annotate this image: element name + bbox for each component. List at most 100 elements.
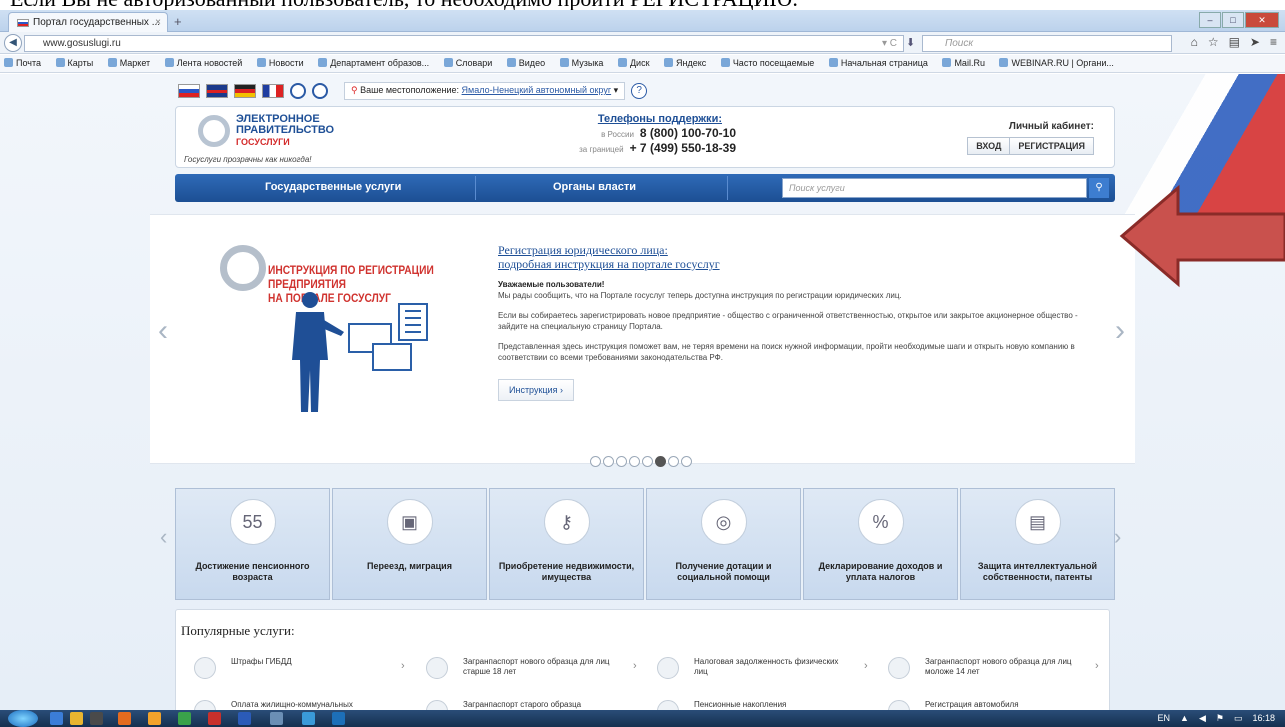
close-icon[interactable]: ×: [155, 17, 161, 28]
slider-dot[interactable]: [642, 456, 653, 467]
bookmark-item[interactable]: Часто посещаемые: [720, 58, 821, 68]
skype-icon[interactable]: [332, 712, 345, 725]
popular-item[interactable]: Штрафы ГИБДД ›: [176, 657, 405, 687]
register-button[interactable]: РЕГИСТРАЦИЯ: [1009, 138, 1093, 154]
language-indicator[interactable]: EN: [1158, 713, 1171, 724]
clock[interactable]: 16:18: [1252, 713, 1275, 724]
url-bar[interactable]: www.gosuslugi.ru ▾ C: [24, 35, 904, 52]
tile-patents[interactable]: ▤ Защита интеллектуальной собственности, …: [960, 488, 1115, 600]
bookmark-item[interactable]: Музыка: [559, 58, 610, 68]
bookmark-item[interactable]: Почта: [4, 58, 47, 68]
taskbar-app-icon[interactable]: [302, 712, 315, 725]
passport-icon: [888, 657, 910, 679]
bookmark-item[interactable]: Mail.Ru: [942, 58, 991, 68]
slider-dot[interactable]: [655, 456, 666, 467]
location-value[interactable]: Ямало-Ненецкий автономный округ: [462, 85, 612, 95]
accessibility-icon[interactable]: [290, 83, 306, 99]
support-title[interactable]: Телефоны поддержки:: [566, 113, 722, 125]
tile-migration[interactable]: ▣ Переезд, миграция: [332, 488, 487, 600]
tiles-prev-arrow[interactable]: ‹: [160, 524, 167, 550]
bookmark-item[interactable]: Яндекс: [664, 58, 712, 68]
back-button[interactable]: ◀: [4, 34, 22, 52]
popular-item[interactable]: Налоговая задолженность физических лиц ›: [639, 657, 868, 687]
bookmark-item[interactable]: Словари: [443, 58, 499, 68]
percent-icon: %: [857, 499, 904, 545]
bookmark-item[interactable]: Лента новостей: [164, 58, 249, 68]
popular-item[interactable]: Оплата жилищно-коммунальных: [176, 700, 391, 710]
taskbar-app-icon[interactable]: [270, 712, 283, 725]
pdf-icon[interactable]: [208, 712, 221, 725]
bookmark-item[interactable]: Новости: [256, 58, 310, 68]
browser-tab[interactable]: Портал государственных ... ×: [8, 12, 168, 32]
bookmark-item[interactable]: Департамент образов...: [318, 58, 435, 68]
lang-de-flag-icon[interactable]: [234, 84, 256, 98]
slider-dot[interactable]: [681, 456, 692, 467]
taskbar-app-icon[interactable]: [50, 712, 63, 725]
popular-item[interactable]: Регистрация автомобиля: [870, 700, 1085, 710]
bookmark-item[interactable]: Начальная страница: [828, 58, 934, 68]
help-icon[interactable]: ?: [631, 83, 648, 99]
lang-en-flag-icon[interactable]: [206, 84, 228, 98]
download-icon[interactable]: ⬇: [906, 36, 915, 49]
folder-icon[interactable]: [70, 712, 83, 725]
gosuslugi-logo-icon[interactable]: [198, 115, 230, 147]
instruction-button[interactable]: Инструкция ›: [498, 379, 574, 401]
slider-dot[interactable]: [616, 456, 627, 467]
slider-dot[interactable]: [629, 456, 640, 467]
browser-search-input[interactable]: Поиск: [922, 35, 1172, 52]
start-button[interactable]: [8, 710, 38, 727]
slider-dot[interactable]: [603, 456, 614, 467]
home-icon[interactable]: ⌂: [1191, 35, 1198, 49]
bookmarks-list-icon[interactable]: ▤: [1229, 35, 1240, 49]
star-icon[interactable]: ☆: [1208, 35, 1219, 49]
slide-paragraph: Представленная здесь инструкция поможет …: [498, 342, 1075, 362]
slider-dot[interactable]: [590, 456, 601, 467]
firefox-icon[interactable]: [148, 712, 161, 725]
menu-icon[interactable]: ≡: [1270, 35, 1277, 49]
popular-item[interactable]: Загранпаспорт старого образца: [408, 700, 623, 710]
reload-icon[interactable]: ▾ C: [882, 38, 897, 49]
slider-next-arrow[interactable]: ›: [1115, 314, 1125, 348]
minimize-button[interactable]: –: [1199, 12, 1221, 28]
tile-pension[interactable]: 55 Достижение пенсионного возраста: [175, 488, 330, 600]
popular-item[interactable]: Пенсионные накопления: [639, 700, 854, 710]
tile-taxes[interactable]: % Декларирование доходов и уплата налогов: [803, 488, 958, 600]
new-tab-button[interactable]: +: [174, 14, 182, 29]
bookmark-item[interactable]: Маркет: [107, 58, 156, 68]
slider-prev-arrow[interactable]: ‹: [158, 314, 168, 348]
nav-authorities[interactable]: Органы власти: [553, 181, 636, 193]
taskbar-app-icon[interactable]: [90, 712, 103, 725]
tile-social-aid[interactable]: ◎ Получение дотации и социальной помощи: [646, 488, 801, 600]
bookmark-item[interactable]: WEBINAR.RU | Органи...: [999, 58, 1119, 68]
bookmark-item[interactable]: Карты: [55, 58, 100, 68]
slide-title-link[interactable]: Регистрация юридического лица: подробная…: [498, 243, 720, 271]
chrome-icon[interactable]: [178, 712, 191, 725]
search-icon[interactable]: ⚲: [1089, 178, 1109, 198]
volume-icon[interactable]: ◀: [1199, 713, 1206, 724]
location-selector[interactable]: ⚲ Ваше местоположение: Ямало-Ненецкий ав…: [344, 82, 626, 100]
window-close-button[interactable]: ✕: [1245, 12, 1279, 28]
tile-property[interactable]: ⚷ Приобретение недвижимости, имущества: [489, 488, 644, 600]
tray-arrow-icon[interactable]: ▲: [1180, 713, 1189, 724]
network-icon[interactable]: ▭: [1234, 713, 1243, 724]
bookmark-icon: [443, 58, 453, 67]
service-search-input[interactable]: Поиск услуги: [782, 178, 1087, 198]
lang-fr-flag-icon[interactable]: [262, 84, 284, 98]
lang-ru-flag-icon[interactable]: [178, 84, 200, 98]
slide-greeting: Уважаемые пользователи!: [498, 280, 605, 289]
popular-item[interactable]: Загранпаспорт нового образца для лиц мол…: [870, 657, 1099, 687]
popular-item[interactable]: Загранпаспорт нового образца для лиц ста…: [408, 657, 637, 687]
logo-text[interactable]: ЭЛЕКТРОННОЕ ПРАВИТЕЛЬСТВО: [236, 114, 334, 136]
flag-icon[interactable]: ⚑: [1216, 713, 1224, 724]
word-icon[interactable]: [238, 712, 251, 725]
send-icon[interactable]: ➤: [1250, 35, 1260, 49]
bookmark-item[interactable]: Видео: [506, 58, 551, 68]
compass-icon[interactable]: [312, 83, 328, 99]
taskbar-app-icon[interactable]: [118, 712, 131, 725]
bookmark-item[interactable]: Диск: [617, 58, 656, 68]
maximize-button[interactable]: □: [1222, 12, 1244, 28]
slider-dot[interactable]: [668, 456, 679, 467]
nav-services[interactable]: Государственные услуги: [265, 181, 401, 193]
login-button[interactable]: ВХОД: [968, 138, 1009, 154]
tiles-next-arrow[interactable]: ›: [1114, 524, 1121, 550]
